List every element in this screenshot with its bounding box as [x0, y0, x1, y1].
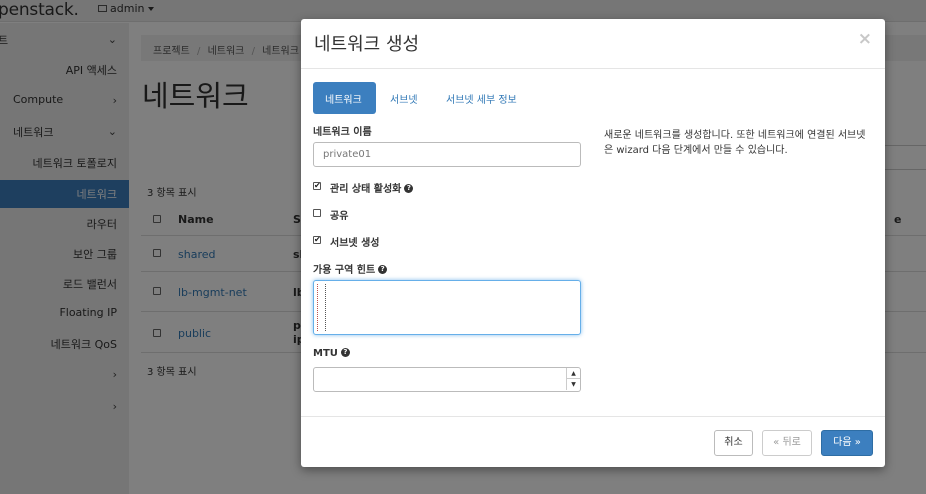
modal-title: 네트워크 생성: [314, 34, 420, 55]
next-button[interactable]: 다음 »: [821, 430, 873, 456]
create-network-dialog: 네트워크 생성 × 네트워크 서브넷 서브넷 세부 정보 네트워크 이름 pri…: [301, 19, 885, 467]
mtu-label-text: MTU: [313, 348, 338, 359]
mtu-field[interactable]: ▲ ▼: [313, 367, 581, 392]
help-icon[interactable]: ?: [378, 264, 388, 274]
tab-network[interactable]: 네트워크: [313, 82, 376, 114]
tab-subnet[interactable]: 서브넷: [378, 82, 430, 114]
create-subnet-label: 서브넷 생성: [330, 238, 380, 249]
create-subnet-checkbox[interactable]: ✔: [313, 236, 321, 244]
dialog-description: 새로운 네트워크를 생성합니다. 또한 네트워크에 연결된 서브넷은 wizar…: [604, 130, 866, 156]
availability-zone-hints-field[interactable]: [313, 280, 581, 335]
help-icon[interactable]: ?: [404, 183, 414, 193]
help-icon[interactable]: ?: [340, 347, 350, 357]
shared-checkbox[interactable]: [313, 209, 321, 217]
shared-label: 공유: [330, 211, 349, 222]
az-hint-label-text: 가용 구역 힌트: [313, 265, 376, 276]
mtu-label: MTU?: [313, 347, 350, 359]
spin-up-icon[interactable]: ▲: [566, 368, 580, 379]
network-name-field[interactable]: private01: [313, 142, 581, 167]
admin-state-label: 관리 상태 활성화?: [330, 180, 414, 195]
tab-subnet-details[interactable]: 서브넷 세부 정보: [434, 82, 529, 114]
close-icon[interactable]: ×: [858, 29, 872, 49]
modal-footer: 취소 « 뒤로 다음 »: [301, 416, 885, 467]
admin-state-label-text: 관리 상태 활성화: [330, 184, 402, 195]
spin-down-icon[interactable]: ▼: [566, 379, 580, 390]
az-hint-label: 가용 구역 힌트?: [313, 261, 388, 276]
list-resize-handle: [317, 284, 326, 331]
network-name-label: 네트워크 이름: [313, 127, 372, 138]
cancel-button[interactable]: 취소: [714, 430, 753, 456]
modal-header: 네트워크 생성 ×: [301, 19, 885, 69]
admin-state-checkbox[interactable]: ✔: [313, 182, 321, 190]
back-button[interactable]: « 뒤로: [762, 430, 812, 456]
